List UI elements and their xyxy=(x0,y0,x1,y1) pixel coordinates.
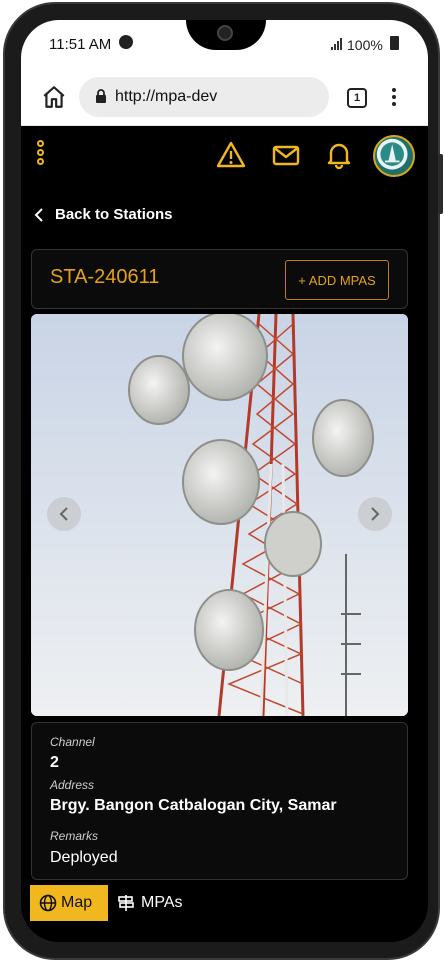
signpost-icon xyxy=(118,895,134,911)
carousel-next-button[interactable] xyxy=(358,497,392,531)
app-header xyxy=(21,126,428,186)
station-id: STA-240611 xyxy=(50,266,160,288)
remarks-label: Remarks xyxy=(50,829,99,843)
camera-icon xyxy=(217,25,233,41)
status-time: 11:51 AM xyxy=(49,36,112,53)
app-menu-icon[interactable] xyxy=(37,140,45,166)
warning-icon[interactable] xyxy=(216,140,246,170)
signal-icon xyxy=(331,38,342,50)
spotify-icon xyxy=(119,35,133,49)
browser-toolbar: http://mpa-dev 1 xyxy=(21,70,428,126)
tabs-count-icon[interactable]: 1 xyxy=(347,88,367,108)
remarks-value: Deployed xyxy=(50,849,118,866)
globe-icon xyxy=(39,894,57,912)
back-label: Back to Stations xyxy=(55,206,173,223)
chevron-left-icon xyxy=(34,207,43,222)
avatar[interactable] xyxy=(373,135,415,177)
battery-icon xyxy=(390,36,399,50)
station-image-carousel[interactable] xyxy=(31,314,408,716)
station-header-card: STA-240611 + ADD MPAS xyxy=(31,249,408,309)
battery-percent: 100% xyxy=(347,37,383,53)
status-bar: 11:51 AM 100% xyxy=(21,20,428,70)
bottom-tab-bar: Map MPAs xyxy=(21,884,428,942)
add-mpas-button[interactable]: + ADD MPAS xyxy=(285,260,389,300)
url-text: http://mpa-dev xyxy=(115,88,218,105)
chevron-left-icon xyxy=(59,507,68,521)
mail-icon[interactable] xyxy=(271,140,301,170)
browser-menu-icon[interactable] xyxy=(391,88,397,108)
tower-photo xyxy=(31,314,408,716)
phone-frame: 11:51 AM 100% http://mpa-dev 1 Back to S… xyxy=(3,2,443,960)
carousel-prev-button[interactable] xyxy=(47,497,81,531)
chevron-right-icon xyxy=(371,507,380,521)
tab-map[interactable]: Map xyxy=(30,885,108,921)
screen: 11:51 AM 100% http://mpa-dev 1 Back to S… xyxy=(21,20,428,942)
url-bar[interactable]: http://mpa-dev xyxy=(79,77,329,117)
back-to-stations-link[interactable]: Back to Stations xyxy=(33,206,173,223)
tab-map-label: Map xyxy=(61,894,93,911)
tab-mpas-label: MPAs xyxy=(141,894,183,911)
station-details-card: Channel 2 Address Brgy. Bangon Catbaloga… xyxy=(31,722,408,880)
channel-label: Channel xyxy=(50,735,95,749)
tab-mpas[interactable]: MPAs xyxy=(117,885,182,921)
channel-value: 2 xyxy=(50,754,59,771)
bell-icon[interactable] xyxy=(324,140,354,170)
volume-button xyxy=(438,154,443,214)
lock-icon xyxy=(96,89,106,103)
address-label: Address xyxy=(50,778,95,792)
address-value: Brgy. Bangon Catbalogan City, Samar xyxy=(50,797,337,814)
home-icon[interactable] xyxy=(41,84,67,110)
